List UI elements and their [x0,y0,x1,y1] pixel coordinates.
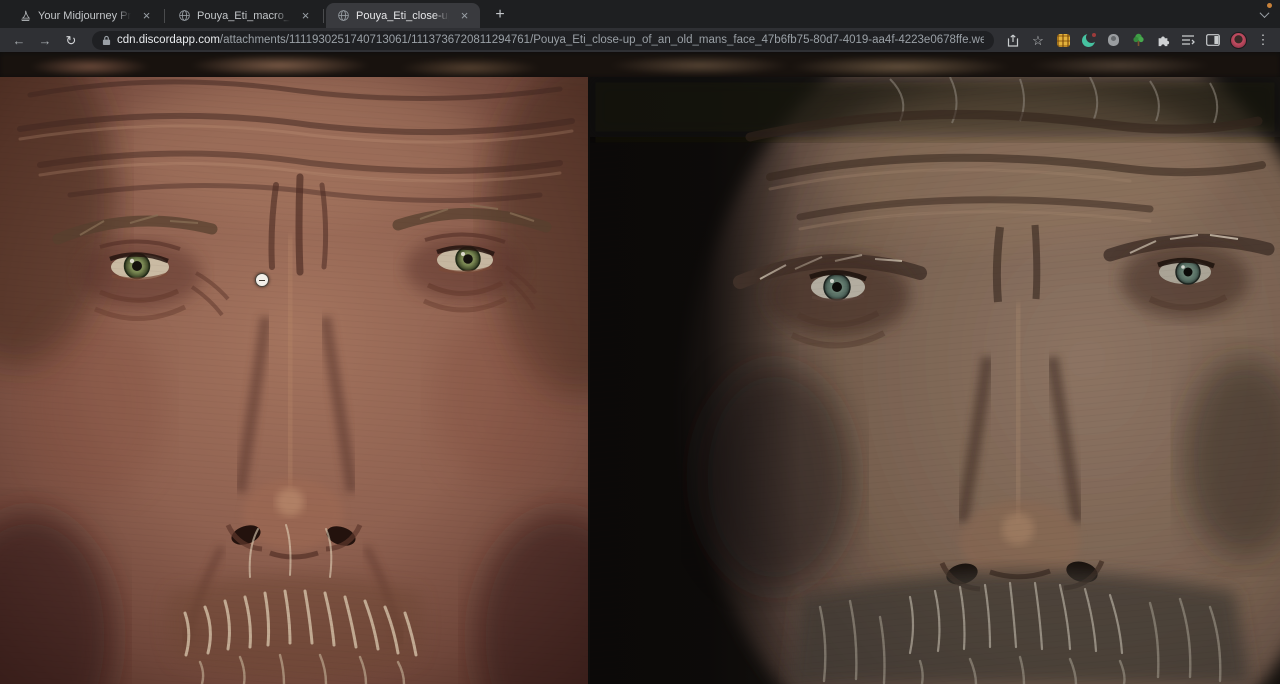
chevron-down-icon [1259,8,1269,18]
tab-pouya-eti-macro-photo[interactable]: Pouya_Eti_macro_photo_of_a × [167,3,321,28]
reload-button[interactable]: ↻ [60,30,82,50]
zoom-out-cursor-icon [255,273,269,287]
address-bar[interactable]: cdn.discordapp.com/attachments/111193025… [92,31,994,50]
yellow-grid-glyph [1057,34,1070,47]
right-portrait-image[interactable] [590,77,1280,684]
url-text: cdn.discordapp.com/attachments/111193025… [117,34,984,46]
new-tab-button[interactable]: + [488,3,512,27]
tab-separator [323,9,324,23]
tab-label: Pouya_Eti_close-up_of_an_ol [356,10,451,22]
avatar [1230,32,1247,49]
tab-pouya-eti-close-up-active[interactable]: Pouya_Eti_close-up_of_an_ol × [326,3,480,28]
side-panel-icon [1206,34,1220,46]
globe-icon [336,9,350,23]
image-top-row-strip [0,52,1280,77]
tab-separator [164,9,165,23]
tab-label: Pouya_Eti_macro_photo_of_a [197,10,292,22]
image-viewer [0,52,1280,684]
globe-icon [177,9,191,23]
close-tab-button[interactable]: × [298,8,313,23]
bookmark-star-button[interactable]: ☆ [1029,31,1047,49]
gray-extension-glyph [1108,34,1119,46]
share-button[interactable] [1004,31,1022,49]
tree-extension-icon[interactable] [1129,31,1147,49]
close-tab-button[interactable]: × [457,8,472,23]
gray-extension-icon[interactable] [1104,31,1122,49]
puzzle-icon [1156,33,1170,47]
update-notification-dot [1267,3,1272,8]
list-icon [1181,34,1195,46]
browser-window: Your Midjourney Profile × Pouya_Eti_macr… [0,0,1280,684]
midjourney-logo-icon [18,9,32,23]
tab-label: Your Midjourney Profile [38,10,133,22]
reading-list-button[interactable] [1179,31,1197,49]
padlock-icon [102,35,111,46]
browser-toolbar: ← → ↻ cdn.discordapp.com/attachments/111… [0,28,1280,52]
forward-button[interactable]: → [34,30,56,50]
profile-avatar[interactable] [1229,31,1247,49]
share-icon [1007,34,1019,47]
back-button[interactable]: ← [8,30,30,50]
yellow-grid-extension-icon[interactable] [1054,31,1072,49]
extensions-puzzle-button[interactable] [1154,31,1172,49]
left-portrait-image[interactable] [0,77,588,684]
browser-menu-button[interactable]: ⋮ [1254,31,1272,49]
url-path: /attachments/1111930251740713061/1113736… [220,34,984,46]
crescent-moon-extension-icon[interactable] [1079,31,1097,49]
toolbar-actions: ☆ ⋮ [1004,31,1272,49]
crescent-moon-glyph [1082,34,1095,47]
tab-strip: Your Midjourney Profile × Pouya_Eti_macr… [0,0,1280,28]
side-panel-button[interactable] [1204,31,1222,49]
tree-icon [1132,33,1145,47]
url-domain: cdn.discordapp.com [117,34,220,46]
tab-your-midjourney-profile[interactable]: Your Midjourney Profile × [8,3,162,28]
close-tab-button[interactable]: × [139,8,154,23]
